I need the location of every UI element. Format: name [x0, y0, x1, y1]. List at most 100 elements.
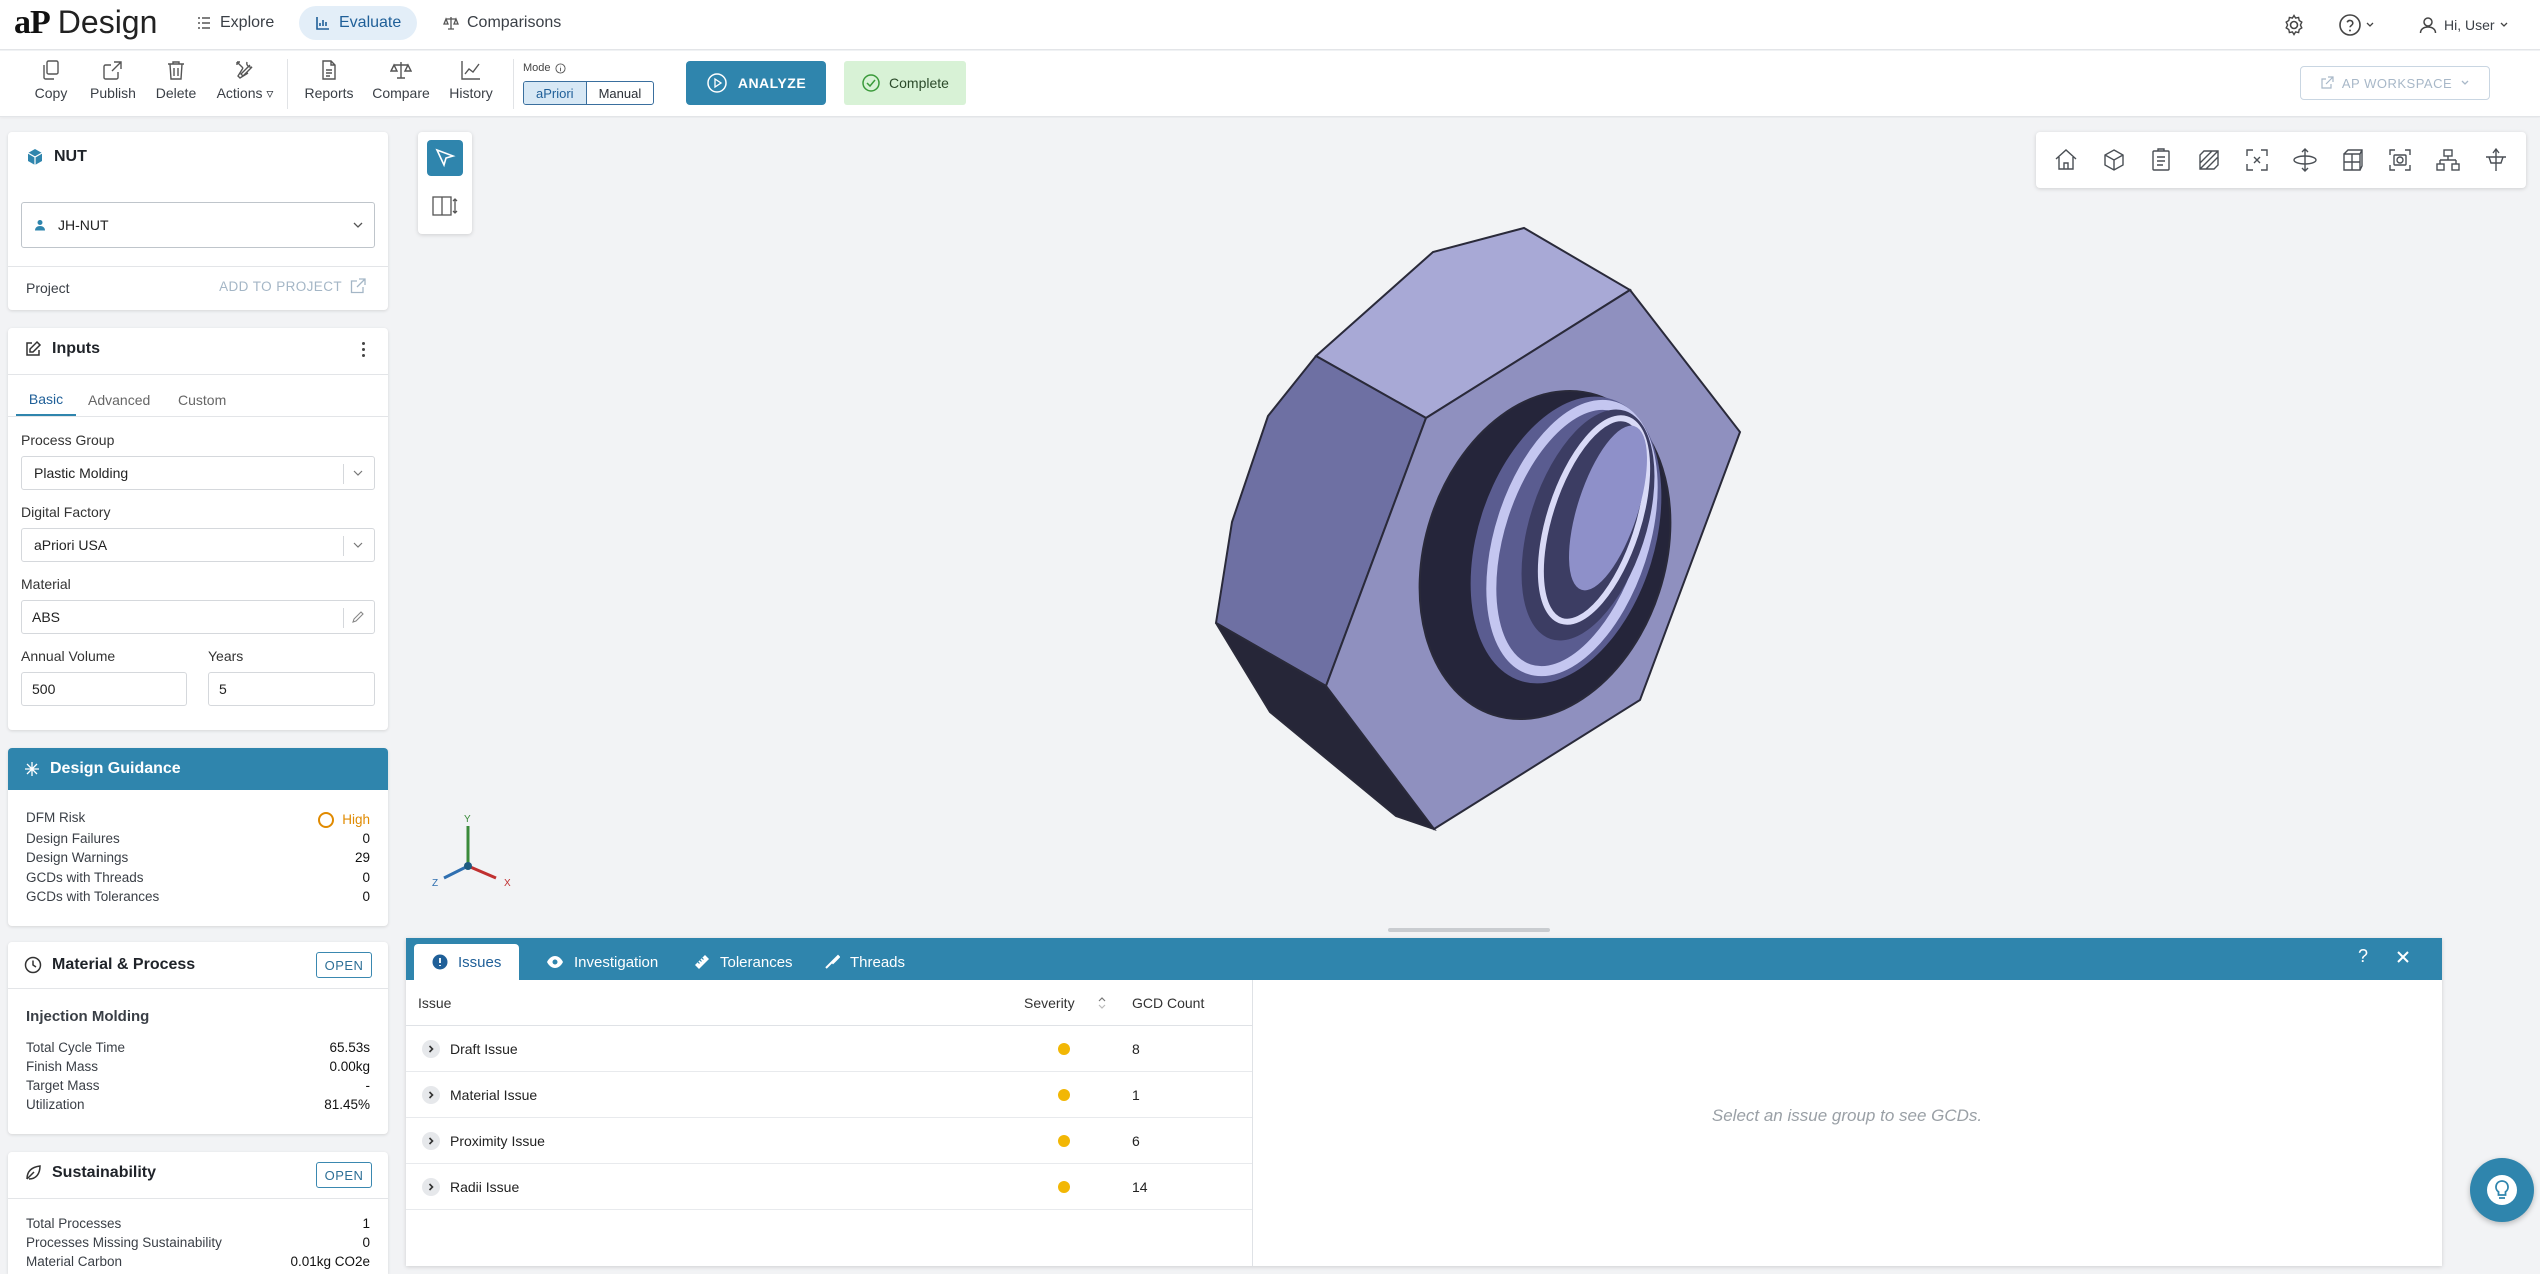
digital-factory-value: aPriori USA — [34, 537, 108, 553]
col-gcd-count[interactable]: GCD Count — [1132, 980, 1204, 1025]
gcds-tolerances-row: GCDs with Tolerances 0 — [26, 889, 370, 904]
tab-custom[interactable]: Custom — [178, 384, 226, 416]
design-failures-row: Design Failures 0 — [26, 831, 370, 846]
cursor-arrow-icon — [435, 148, 456, 168]
nav-comparisons[interactable]: Comparisons — [427, 6, 577, 40]
cube-view-icon[interactable] — [2101, 147, 2127, 173]
tab-tolerances[interactable]: Tolerances — [676, 944, 811, 980]
material-field[interactable]: ABS — [21, 600, 375, 634]
scenario-select[interactable]: JH-NUT — [21, 202, 375, 248]
settings-button[interactable] — [2282, 0, 2306, 50]
close-panel-button[interactable] — [2394, 948, 2412, 971]
project-label: Project — [26, 280, 70, 296]
user-menu[interactable]: Hi, User — [2418, 0, 2509, 50]
fit-view-icon[interactable] — [2244, 147, 2270, 173]
nav-explore[interactable]: Explore — [180, 6, 290, 40]
toolbar-divider — [513, 59, 514, 109]
risk-circle-icon — [318, 811, 335, 828]
actions-button[interactable]: Actions ▿ — [210, 59, 280, 107]
digital-factory-select[interactable]: aPriori USA — [21, 528, 375, 562]
logo-text: Design — [57, 4, 158, 40]
process-group-select[interactable]: Plastic Molding — [21, 456, 375, 490]
divider — [8, 416, 388, 417]
caret-down-icon — [353, 222, 363, 228]
col-severity[interactable]: Severity — [1024, 980, 1107, 1025]
leaf-icon — [26, 1165, 41, 1180]
process-group-label: Process Group — [21, 432, 115, 448]
material-process-card: Material & Process OPEN Injection Moldin… — [8, 942, 388, 1134]
nut-3d-model[interactable] — [1200, 220, 1760, 840]
chevron-right-icon[interactable] — [422, 1039, 440, 1058]
screenshot-icon[interactable] — [2387, 147, 2413, 173]
reports-button[interactable]: Reports — [294, 59, 364, 107]
analyze-button[interactable]: ANALYZE — [686, 61, 826, 105]
chevron-right-icon[interactable] — [422, 1131, 440, 1150]
years-input[interactable]: 5 — [208, 672, 375, 706]
publish-button[interactable]: Publish — [78, 59, 148, 107]
more-options-icon[interactable] — [362, 342, 366, 357]
select-tool-button[interactable] — [427, 140, 463, 176]
mode-apriori-button[interactable]: aPriori — [524, 82, 587, 104]
tab-basic[interactable]: Basic — [16, 384, 76, 416]
gcds-threads-row: GCDs with Threads 0 — [26, 870, 370, 885]
edit-icon — [26, 340, 42, 356]
table-row[interactable]: Material Issue 1 — [406, 1072, 1252, 1118]
axis-triad: Y X Z — [432, 814, 511, 889]
top-nav: aP Design Explore Evaluate Comparisons H… — [0, 0, 2540, 50]
compare-button[interactable]: Compare — [366, 59, 436, 107]
process-group-value: Plastic Molding — [34, 465, 129, 481]
years-label: Years — [208, 648, 244, 664]
ap-workspace-button[interactable]: AP WORKSPACE — [2300, 66, 2490, 100]
panel-resize-handle[interactable] — [1388, 928, 1550, 932]
pencil-icon — [352, 611, 364, 623]
home-view-icon[interactable] — [2053, 147, 2079, 173]
target-mass-row: Target Mass - — [26, 1078, 370, 1093]
section-view-icon — [432, 196, 458, 216]
add-to-project-button[interactable]: ADD TO PROJECT — [219, 278, 366, 294]
col-issue[interactable]: Issue — [418, 980, 451, 1025]
chevron-right-icon[interactable] — [422, 1177, 440, 1196]
mode-label: Mode — [523, 62, 566, 74]
y-axis-label: Y — [464, 814, 471, 825]
orbit-icon[interactable] — [2292, 147, 2318, 173]
help-assistant-button[interactable] — [2470, 1158, 2534, 1222]
toolbar-divider — [287, 59, 288, 109]
design-guidance-card[interactable]: Design Guidance DFM Risk High Design Fai… — [8, 748, 388, 926]
delete-button[interactable]: Delete — [141, 59, 211, 107]
material-process-open-button[interactable]: OPEN — [316, 952, 372, 978]
nav-explore-label: Explore — [220, 14, 275, 31]
sustainability-title: Sustainability — [24, 1164, 156, 1182]
chevron-down-icon — [353, 542, 363, 548]
chevron-down-icon — [2461, 80, 2469, 85]
mode-manual-button[interactable]: Manual — [587, 82, 654, 104]
history-button[interactable]: History — [436, 59, 506, 107]
line-chart-icon — [461, 61, 480, 80]
table-row[interactable]: Draft Issue 8 — [406, 1026, 1252, 1072]
sustainability-open-button[interactable]: OPEN — [316, 1162, 372, 1188]
dfm-risk-row: DFM Risk High — [26, 810, 370, 828]
issues-help-button[interactable]: ? — [2358, 946, 2368, 967]
table-row[interactable]: Proximity Issue 6 — [406, 1118, 1252, 1164]
tab-issues[interactable]: Issues — [414, 944, 520, 980]
section-tool-button[interactable] — [432, 194, 458, 223]
wireframe-cube-icon[interactable] — [2340, 147, 2366, 173]
nav-evaluate[interactable]: Evaluate — [299, 6, 418, 40]
annual-volume-input[interactable]: 500 — [21, 672, 187, 706]
section-plane-icon[interactable] — [2483, 147, 2509, 173]
help-menu-button[interactable] — [2338, 0, 2375, 50]
design-warnings-row: Design Warnings 29 — [26, 850, 370, 865]
issues-table-header: Issue Severity GCD Count — [406, 980, 1252, 1026]
tab-advanced[interactable]: Advanced — [88, 384, 150, 416]
copy-button[interactable]: Copy — [16, 59, 86, 107]
tab-investigation[interactable]: Investigation — [528, 944, 676, 980]
table-row[interactable]: Radii Issue 14 — [406, 1164, 1252, 1210]
app-logo[interactable]: aP Design — [14, 4, 157, 44]
view-controls-bar — [2036, 132, 2526, 188]
hierarchy-icon[interactable] — [2435, 147, 2461, 173]
clipboard-icon[interactable] — [2148, 147, 2174, 173]
hatch-icon[interactable] — [2196, 147, 2222, 173]
material-carbon-row: Material Carbon 0.01kg CO2e — [26, 1254, 370, 1269]
tab-threads[interactable]: Threads — [806, 944, 923, 980]
scenario-name: JH-NUT — [58, 217, 109, 233]
chevron-right-icon[interactable] — [422, 1085, 440, 1104]
